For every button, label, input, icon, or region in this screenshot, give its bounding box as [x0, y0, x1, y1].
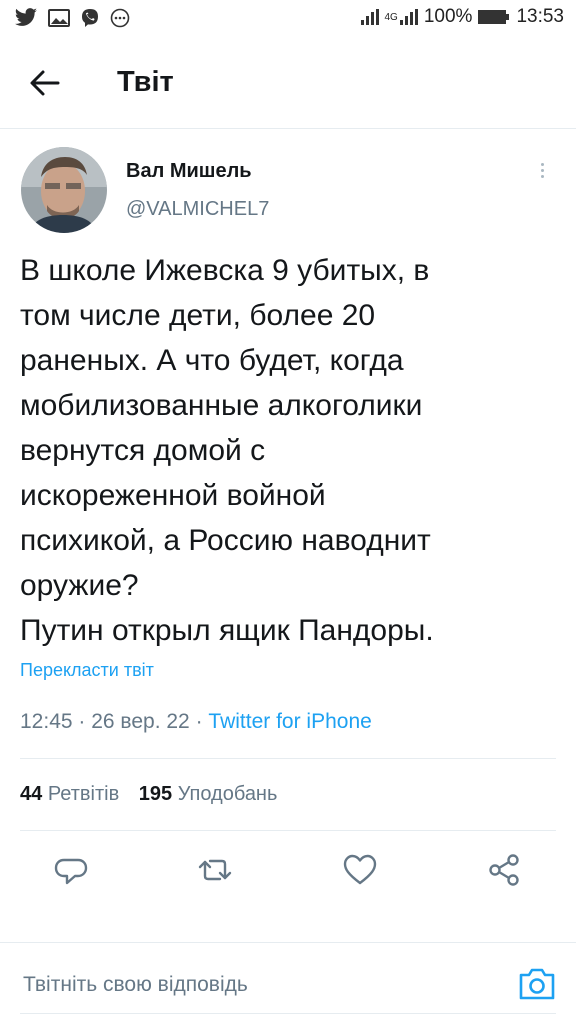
- likes-stat[interactable]: 195 Уподобань: [139, 783, 278, 805]
- clock: 13:53: [516, 6, 564, 27]
- tweet-actions: [0, 842, 576, 898]
- tweet-time: 12:45: [20, 710, 73, 733]
- camera-icon: [519, 968, 555, 1000]
- avatar[interactable]: [21, 147, 107, 233]
- battery-icon: [478, 10, 510, 24]
- like-button[interactable]: [340, 850, 380, 890]
- more-notifications-icon: [110, 8, 130, 28]
- author-name[interactable]: Вал Мишель: [126, 160, 252, 183]
- tweet-date: 26 вер. 22: [91, 710, 190, 733]
- twitter-bird-icon: [14, 8, 37, 26]
- divider: [20, 758, 556, 759]
- reply-icon: [54, 858, 88, 885]
- network-type: 4G: [384, 11, 398, 23]
- viber-icon: [82, 9, 98, 27]
- reply-underline: [20, 1013, 556, 1014]
- system-indicators: 4G 100% 13:53: [360, 6, 564, 28]
- notification-icons: [14, 8, 130, 28]
- dot-icon: [540, 169, 544, 172]
- tweet-meta: 12:45 · 26 вер. 22 · Twitter for iPhone: [20, 710, 372, 734]
- back-button[interactable]: [28, 68, 62, 98]
- author-handle[interactable]: @VALMICHEL7: [126, 198, 269, 221]
- tweet-stats: 44 Ретвітів 195 Уподобань: [20, 783, 291, 806]
- dot-icon: [540, 163, 544, 166]
- tweet-source-link[interactable]: Twitter for iPhone: [208, 710, 371, 733]
- reply-composer: Твітніть свою відповідь: [0, 942, 576, 1025]
- retweets-stat[interactable]: 44 Ретвітів: [20, 783, 125, 805]
- page-title: Твіт: [117, 66, 174, 98]
- arrow-left-icon: [30, 70, 60, 96]
- translate-tweet-link[interactable]: Перекласти твіт: [20, 660, 154, 681]
- retweets-label: Ретвітів: [47, 783, 120, 805]
- share-button[interactable]: [485, 850, 525, 890]
- likes-count: 195: [138, 783, 173, 805]
- meta-separator: ·: [195, 710, 209, 733]
- battery-percent: 100%: [423, 6, 473, 27]
- likes-label: Уподобань: [177, 783, 278, 805]
- avatar-image: [21, 147, 107, 233]
- reply-button[interactable]: [52, 850, 92, 890]
- signal-icon-2: [399, 9, 418, 25]
- reply-input[interactable]: Твітніть свою відповідь: [23, 973, 248, 997]
- tweet-text: В школе Ижевска 9 убитых, в том числе де…: [20, 254, 434, 647]
- retweet-icon: [198, 859, 232, 881]
- camera-button[interactable]: [517, 966, 557, 1002]
- status-bar: 4G 100% 13:53: [0, 0, 576, 40]
- retweets-count: 44: [20, 783, 43, 805]
- signal-icon: [360, 9, 379, 25]
- app-header: Твіт: [0, 40, 576, 129]
- heart-icon: [343, 854, 377, 885]
- dot-icon: [540, 175, 544, 178]
- share-icon: [489, 854, 519, 886]
- meta-separator: ·: [78, 710, 92, 733]
- image-icon: [48, 9, 70, 27]
- divider: [20, 830, 556, 831]
- more-options-button[interactable]: [534, 160, 550, 186]
- retweet-button[interactable]: [195, 850, 235, 890]
